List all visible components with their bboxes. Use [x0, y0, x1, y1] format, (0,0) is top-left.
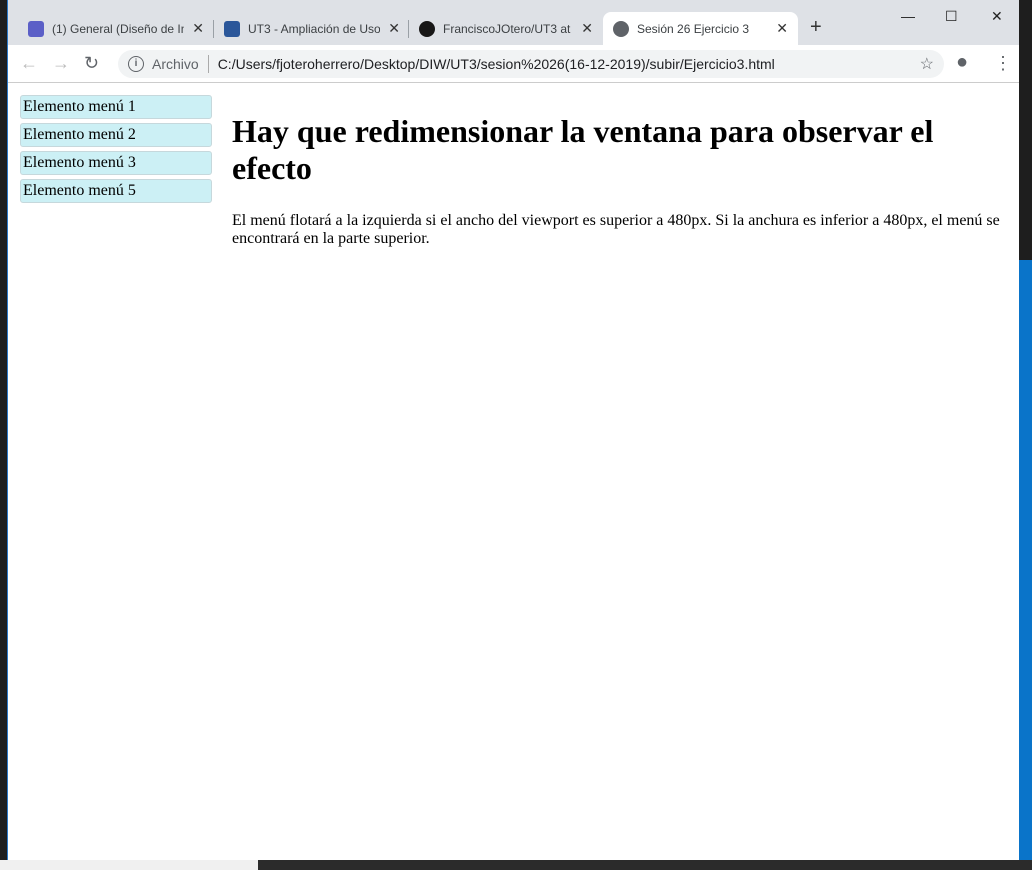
- maximize-button[interactable]: ☐: [945, 8, 958, 25]
- close-tab-icon[interactable]: ✕: [581, 20, 593, 37]
- globe-icon: [613, 20, 629, 37]
- tab-word[interactable]: UT3 - Ampliación de Uso ✕: [214, 12, 410, 45]
- page-heading: Hay que redimensionar la ventana para ob…: [232, 113, 934, 186]
- github-icon: [419, 20, 435, 37]
- tab-strip: (1) General (Diseño de Int ✕ UT3 - Ampli…: [8, 0, 1019, 45]
- tab-teams[interactable]: (1) General (Diseño de Int ✕: [18, 12, 214, 45]
- menu-item-1[interactable]: Elemento menú 1: [20, 95, 212, 119]
- side-menu: Elemento menú 1 Elemento menú 2 Elemento…: [20, 95, 212, 207]
- browser-window: (1) General (Diseño de Int ✕ UT3 - Ampli…: [7, 0, 1019, 860]
- close-tab-icon[interactable]: ✕: [192, 20, 204, 37]
- minimize-button[interactable]: —: [901, 8, 915, 24]
- bookmark-star-icon[interactable]: ☆: [920, 54, 934, 74]
- description-paragraph: El menú flotará a la izquierda si el anc…: [232, 212, 1000, 247]
- menu-item-2[interactable]: Elemento menú 2: [20, 123, 212, 147]
- forward-button[interactable]: →: [52, 53, 70, 74]
- profile-icon[interactable]: ●: [956, 51, 968, 74]
- url-text[interactable]: C:/Users/fjoteroherrero/Desktop/DIW/UT3/…: [218, 56, 775, 72]
- tab-active[interactable]: Sesión 26 Ejercicio 3 ✕: [603, 12, 798, 45]
- security-label: Archivo: [152, 56, 199, 72]
- close-tab-icon[interactable]: ✕: [776, 20, 788, 37]
- menu-item-5[interactable]: Elemento menú 5: [20, 179, 212, 203]
- toolbar: ← → ↻ i Archivo C:/Users/fjoteroherrero/…: [8, 45, 1019, 83]
- tab-github[interactable]: FranciscoJOtero/UT3 at m ✕: [409, 12, 603, 45]
- close-window-button[interactable]: ✕: [991, 8, 1003, 25]
- tab-title: UT3 - Ampliación de Uso: [248, 21, 381, 36]
- tab-title: FranciscoJOtero/UT3 at m: [443, 21, 574, 36]
- tab-title: Sesión 26 Ejercicio 3: [637, 21, 750, 36]
- new-tab-button[interactable]: +: [810, 16, 822, 39]
- taskbar: [0, 860, 1032, 870]
- teams-icon: [28, 20, 44, 37]
- tab-title: (1) General (Diseño de Int: [52, 21, 185, 36]
- word-icon: [224, 20, 240, 37]
- close-tab-icon[interactable]: ✕: [388, 20, 400, 37]
- address-bar[interactable]: i Archivo C:/Users/fjoteroherrero/Deskto…: [118, 50, 944, 78]
- back-button[interactable]: ←: [20, 53, 38, 74]
- page-content: Elemento menú 1 Elemento menú 2 Elemento…: [8, 83, 1019, 860]
- reload-button[interactable]: ↻: [84, 53, 99, 74]
- menu-item-3[interactable]: Elemento menú 3: [20, 151, 212, 175]
- info-icon[interactable]: i: [128, 56, 144, 72]
- background-window: [1018, 260, 1032, 860]
- menu-kebab-icon[interactable]: ⋮: [994, 53, 1012, 74]
- main-content: Hay que redimensionar la ventana para ob…: [232, 113, 1012, 248]
